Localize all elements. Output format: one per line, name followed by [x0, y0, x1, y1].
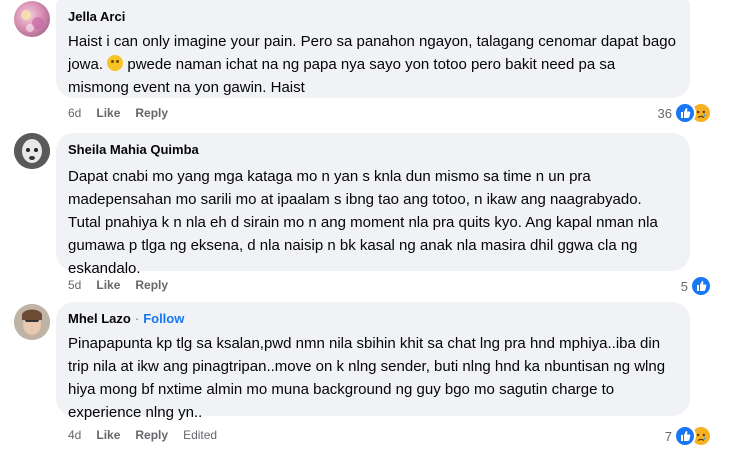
avatar[interactable]	[14, 304, 50, 340]
comment-text: Dapat cnabi mo yang mga kataga mo n yan …	[68, 168, 658, 277]
like-button[interactable]: Like	[96, 278, 120, 292]
comment-actions: 4d Like Reply Edited	[68, 428, 217, 442]
avatar-image	[14, 133, 50, 169]
worried-face-emoji	[107, 55, 124, 71]
comment-time[interactable]: 4d	[68, 428, 81, 442]
follow-button[interactable]: Follow	[143, 310, 184, 328]
like-icon	[674, 102, 696, 124]
separator-dot: ·	[134, 311, 140, 326]
reaction-summary[interactable]: 7	[658, 424, 714, 448]
comment-time[interactable]: 5d	[68, 278, 81, 292]
comment-author[interactable]: Sheila Mahia Quimba	[68, 141, 199, 159]
like-button[interactable]: Like	[96, 428, 120, 442]
reaction-count: 7	[664, 428, 672, 444]
avatar[interactable]	[14, 133, 50, 169]
reaction-summary[interactable]: 5	[674, 274, 714, 298]
reply-button[interactable]: Reply	[135, 428, 168, 442]
like-button[interactable]: Like	[96, 106, 120, 120]
reply-button[interactable]: Reply	[135, 278, 168, 292]
comment-actions: 6d Like Reply	[68, 106, 168, 120]
comment-author[interactable]: Jella Arci	[68, 8, 125, 26]
comment-bubble: Sheila Mahia Quimba Dapat cnabi mo yang …	[56, 133, 690, 277]
like-icon	[674, 425, 696, 447]
reaction-count: 5	[680, 278, 688, 294]
comment-time[interactable]: 6d	[68, 106, 81, 120]
avatar[interactable]	[14, 1, 50, 37]
comment-bubble: Jella Arci Haist i can only imagine your…	[56, 0, 690, 98]
edited-label: Edited	[183, 428, 218, 442]
comment-actions: 5d Like Reply	[68, 278, 168, 292]
reaction-count: 36	[657, 105, 672, 121]
reply-button[interactable]: Reply	[135, 106, 168, 120]
reaction-summary[interactable]: 36	[651, 101, 714, 125]
like-icon	[690, 275, 712, 297]
comment-author[interactable]: Mhel Lazo	[68, 310, 131, 328]
avatar-image	[21, 10, 44, 32]
comment-text: Haist i can only imagine your pain. Pero…	[68, 33, 676, 96]
avatar-image	[14, 304, 50, 340]
comment-bubble: Mhel Lazo · Follow Pinapapunta kp tlg sa…	[56, 302, 690, 421]
comment-text: Pinapapunta kp tlg sa ksalan,pwd nmn nil…	[68, 335, 666, 421]
